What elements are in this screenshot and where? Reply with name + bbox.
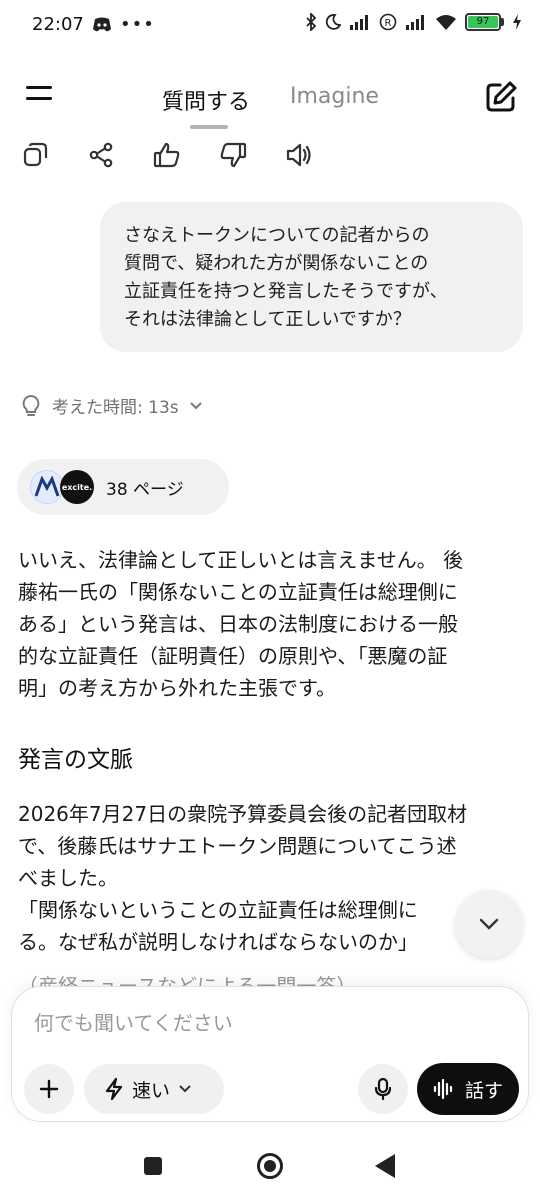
moon-icon	[325, 14, 341, 30]
context-line: る。なぜ私が説明しなければならないのか」	[18, 930, 418, 954]
thumbs-up-icon	[153, 142, 180, 168]
chevron-down-icon	[479, 918, 499, 930]
section-heading: 発言の文脈	[18, 747, 133, 773]
home-button[interactable]	[257, 1153, 283, 1179]
svg-text:R: R	[385, 18, 392, 29]
answer-line: 藤祐一氏の「関係ないことの立証責任は総理側に	[18, 580, 458, 604]
microphone-button[interactable]	[358, 1064, 408, 1114]
status-bar: 22:07 ••• R 97	[0, 0, 540, 52]
answer-line: いいえ、法律論として正しいとは言えません。 後	[18, 548, 464, 572]
context-line: べました。	[18, 866, 118, 890]
discord-icon	[93, 17, 111, 31]
copy-button[interactable]	[20, 140, 50, 170]
scroll-to-bottom-button[interactable]	[455, 890, 523, 958]
more-icon: •••	[120, 14, 155, 35]
mode-label: 速い	[132, 1079, 171, 1102]
like-button[interactable]	[152, 140, 182, 170]
source-favicon-2: excite.	[60, 470, 94, 504]
answer-line: 的な立証責任（証明責任）の原則や、「悪魔の証	[18, 644, 448, 668]
user-message-line: さなえトークンについての記者からの	[124, 225, 430, 246]
status-time: 22:07	[32, 14, 84, 35]
answer-line: ある」という発言は、日本の法制度における一般	[18, 612, 458, 636]
source-favicon-1	[30, 470, 64, 504]
back-button[interactable]	[375, 1154, 395, 1178]
battery-level: 97	[468, 16, 498, 28]
source-logo-icon	[34, 476, 60, 497]
attach-button[interactable]	[24, 1064, 74, 1114]
context-line: で、後藤氏はサナエトークン問題についてこう述	[18, 834, 457, 858]
talk-label: 話す	[464, 1079, 503, 1102]
answer-line: 明」の考え方から外れた主張です。	[18, 676, 336, 700]
status-right-icons: R 97	[305, 13, 522, 31]
sources-count: 38 ページ	[106, 479, 184, 500]
share-button[interactable]	[86, 140, 116, 170]
battery-icon: 97	[465, 13, 504, 31]
thought-time-toggle[interactable]: 考えた時間: 13s	[20, 393, 203, 418]
voice-talk-button[interactable]: 話す	[417, 1063, 519, 1115]
dislike-button[interactable]	[218, 140, 248, 170]
answer-paragraph: いいえ、法律論として正しいとは言えません。 後 藤祐一氏の「関係ないことの立証責…	[18, 544, 528, 704]
message-actions	[20, 140, 314, 170]
mode-selector[interactable]: 速い	[84, 1064, 224, 1114]
tab-ask[interactable]: 質問する	[162, 84, 250, 116]
read-aloud-button[interactable]	[284, 140, 314, 170]
charging-icon	[513, 14, 521, 30]
user-message-line: それは法律論として正しいですか？	[124, 309, 411, 330]
context-paragraph: 2026年7月27日の衆院予算委員会後の記者団取材 で、後藤氏はサナエトークン問…	[18, 798, 528, 958]
user-message-bubble[interactable]: さなえトークンについての記者からの 質問で、疑われた方が関係ないことの 立証責任…	[100, 202, 523, 352]
wifi-icon	[436, 15, 456, 30]
share-icon	[89, 142, 113, 168]
menu-icon[interactable]	[26, 86, 56, 108]
lightning-icon	[105, 1077, 123, 1101]
composer: 速い 話す	[11, 986, 529, 1122]
thought-time-label: 考えた時間: 13s	[52, 398, 179, 418]
user-message-line: 立証責任を持つと発言したそうですが、	[124, 281, 448, 302]
context-line: 2026年7月27日の衆院予算委員会後の記者団取材	[18, 802, 468, 826]
new-chat-edit-icon[interactable]	[484, 80, 518, 114]
signal-icon	[406, 15, 424, 30]
source-favicon-2-text: excite.	[61, 482, 93, 492]
message-input[interactable]	[34, 1007, 504, 1039]
tab-indicator	[190, 125, 228, 129]
copy-icon	[23, 142, 48, 167]
speaker-icon	[286, 143, 311, 167]
voice-wave-icon	[433, 1079, 453, 1099]
plus-icon	[39, 1079, 59, 1099]
signal-icon	[350, 15, 368, 30]
bluetooth-icon	[306, 13, 317, 31]
context-line: 「関係ないということの立証責任は総理側に	[18, 898, 418, 922]
status-left-icons: •••	[92, 14, 155, 35]
sources-button[interactable]: excite. 38 ページ	[17, 459, 229, 515]
lightbulb-icon	[22, 394, 40, 416]
chevron-down-icon	[179, 1085, 191, 1093]
thumbs-down-icon	[220, 142, 247, 168]
recent-apps-button[interactable]	[144, 1157, 162, 1175]
r-icon: R	[379, 13, 397, 31]
user-message-line: 質問で、疑われた方が関係ないことの	[124, 253, 429, 274]
chevron-down-icon	[189, 401, 202, 409]
tab-imagine[interactable]: Imagine	[290, 84, 379, 109]
microphone-icon	[374, 1077, 392, 1101]
